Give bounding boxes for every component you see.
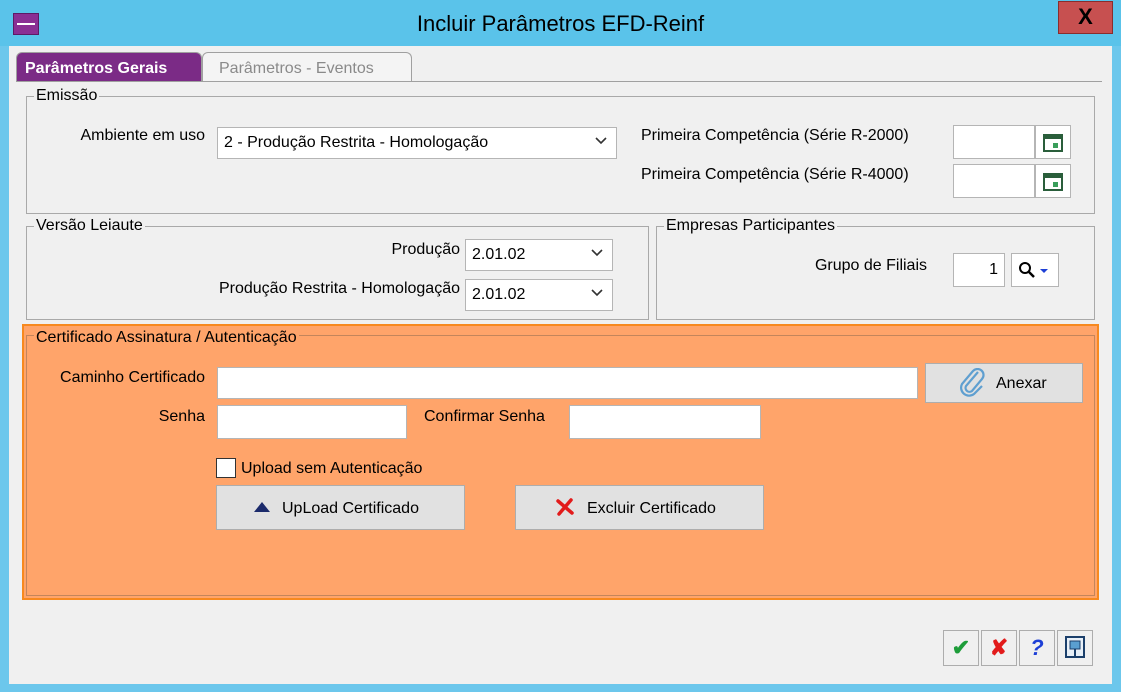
upload-sem-autenticacao-label: Upload sem Autenticação — [241, 460, 423, 477]
ambiente-select[interactable]: 2 - Produção Restrita - Homologação — [217, 127, 617, 159]
upload-sem-autenticacao-checkbox[interactable] — [216, 458, 236, 478]
cancel-button[interactable]: ✘ — [981, 630, 1017, 666]
delete-x-icon — [556, 498, 574, 516]
anexar-button[interactable]: Anexar — [925, 363, 1083, 403]
restrita-label: Produção Restrita - Homologação — [218, 280, 460, 297]
restrita-select[interactable]: 2.01.02 — [465, 279, 613, 311]
caminho-certificado-input[interactable] — [217, 367, 918, 399]
close-button[interactable]: X — [1058, 1, 1113, 34]
grupo-filiais-label: Grupo de Filiais — [814, 257, 927, 274]
calendar-icon — [1043, 134, 1063, 152]
print-screen-button[interactable] — [1057, 630, 1093, 666]
producao-select-value: 2.01.02 — [472, 246, 526, 263]
help-button[interactable]: ? — [1019, 630, 1055, 666]
r2000-label: Primeira Competência (Série R-2000) — [641, 127, 909, 144]
tab-parametros-gerais[interactable]: Parâmetros Gerais — [16, 52, 202, 82]
certificado-group-title: Certificado Assinatura / Autenticação — [34, 329, 299, 347]
upload-certificado-button[interactable]: UpLoad Certificado — [216, 485, 465, 530]
r4000-calendar-button[interactable] — [1035, 164, 1071, 198]
r4000-label: Primeira Competência (Série R-4000) — [641, 166, 909, 183]
window-title: Incluir Parâmetros EFD-Reinf — [416, 11, 705, 36]
producao-select[interactable]: 2.01.02 — [465, 239, 613, 271]
chevron-down-icon — [591, 249, 603, 257]
excluir-certificado-label: Excluir Certificado — [587, 500, 716, 517]
paperclip-icon — [960, 368, 985, 397]
confirm-button[interactable]: ✔ — [943, 630, 979, 666]
caminho-certificado-label: Caminho Certificado — [60, 369, 205, 386]
r2000-calendar-button[interactable] — [1035, 125, 1071, 159]
ambiente-label: Ambiente em uso — [80, 127, 205, 144]
restrita-select-value: 2.01.02 — [472, 286, 526, 303]
senha-label: Senha — [158, 408, 205, 425]
r2000-input[interactable] — [953, 125, 1035, 159]
senha-input[interactable] — [217, 405, 407, 439]
emissao-group-title: Emissão — [34, 87, 100, 105]
confirmar-senha-input[interactable] — [569, 405, 761, 439]
chevron-down-icon — [591, 289, 603, 297]
excluir-certificado-button[interactable]: Excluir Certificado — [515, 485, 764, 530]
exit-door-icon — [1065, 636, 1085, 658]
arrow-up-icon — [254, 502, 270, 512]
grupo-filiais-search-button[interactable] — [1011, 253, 1059, 287]
confirmar-senha-label: Confirmar Senha — [424, 408, 545, 425]
upload-certificado-label: UpLoad Certificado — [282, 500, 419, 517]
chevron-down-icon — [595, 137, 607, 145]
ambiente-select-value: 2 - Produção Restrita - Homologação — [224, 134, 489, 151]
versao-group-title: Versão Leiaute — [34, 217, 145, 235]
r4000-input[interactable] — [953, 164, 1035, 198]
search-icon — [1019, 262, 1048, 278]
anexar-button-label: Anexar — [996, 375, 1047, 392]
producao-label: Produção — [391, 241, 461, 258]
grupo-filiais-input[interactable]: 1 — [953, 253, 1005, 287]
calendar-icon — [1043, 173, 1063, 191]
tab-divider — [16, 81, 1102, 82]
empresas-group-title: Empresas Participantes — [664, 217, 837, 235]
tab-parametros-eventos[interactable]: Parâmetros - Eventos — [202, 52, 412, 82]
